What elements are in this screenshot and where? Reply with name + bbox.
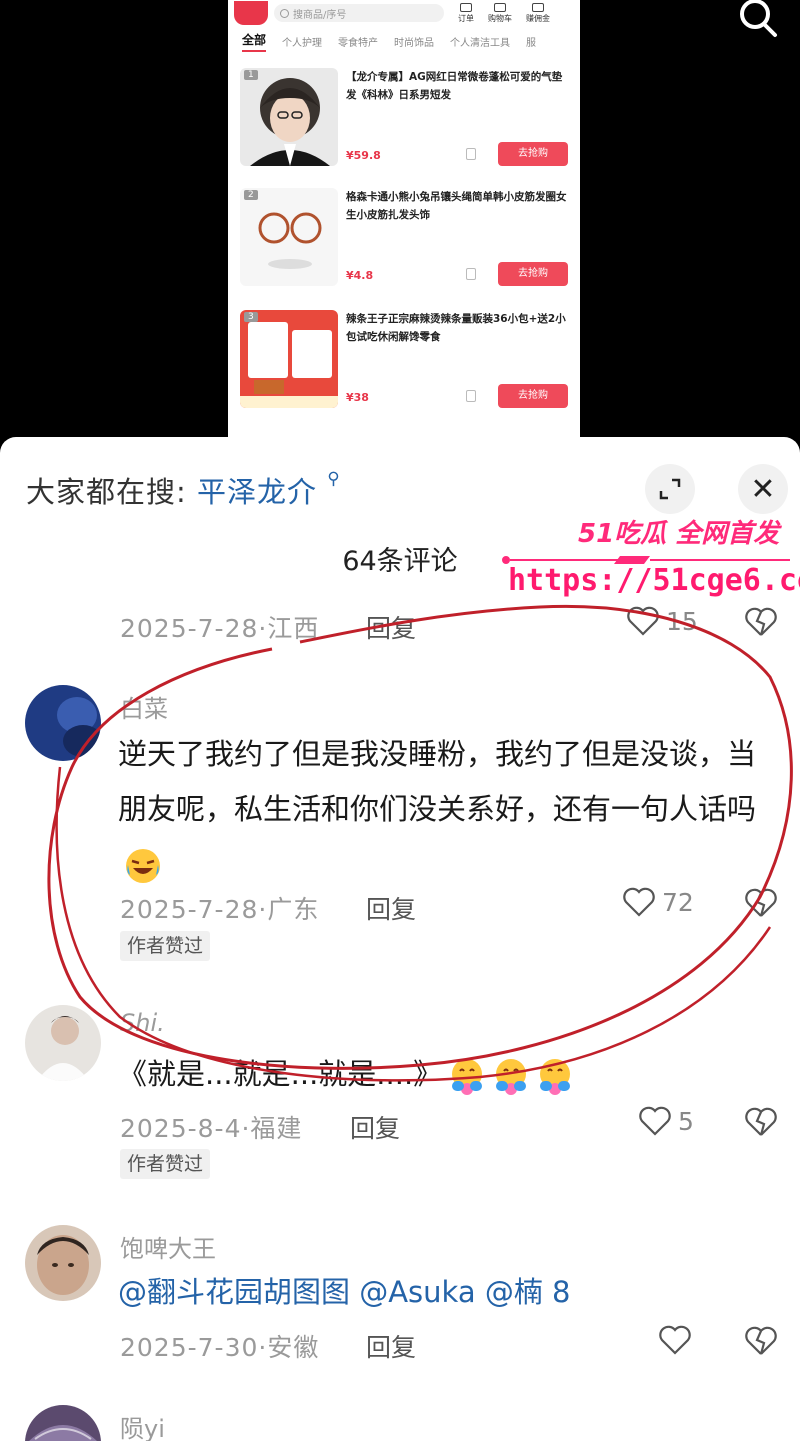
comment-author[interactable]: 陨yi bbox=[120, 1409, 165, 1441]
buy-button[interactable]: 去抢购 bbox=[498, 384, 568, 408]
product-price: ¥38 bbox=[346, 391, 369, 404]
search-suggestion-keyword[interactable]: 平泽龙介 bbox=[197, 475, 317, 509]
like-count: 5 bbox=[678, 1106, 694, 1136]
shop-search-input[interactable]: 搜商品/序号 bbox=[274, 4, 444, 22]
fav-icon[interactable]: 赚佣金 bbox=[526, 2, 550, 24]
expand-button[interactable] bbox=[645, 464, 695, 514]
watermark-brand: 51吃瓜 全网首发 bbox=[578, 519, 780, 549]
shop-tabs: 全部 个人护理 零食特产 时尚饰品 个人清洁工具 服 bbox=[228, 26, 580, 56]
search-suggestion[interactable]: 大家都在搜: 平泽龙介 ⚲ bbox=[26, 469, 341, 511]
hugging-face-emoji-icon bbox=[496, 1059, 527, 1095]
heart-icon bbox=[627, 606, 659, 636]
broken-heart-icon[interactable] bbox=[744, 887, 778, 919]
broken-heart-icon[interactable] bbox=[744, 1325, 778, 1357]
buy-button[interactable]: 去抢购 bbox=[498, 142, 568, 166]
expand-icon bbox=[659, 478, 681, 500]
comment-text: @翻斗花园胡图图 @Asuka @楠 8 bbox=[118, 1275, 571, 1309]
comment-text: 逆天了我约了但是我没睡粉，我约了但是没谈，当朋友呢，私生活和你们没关系好，还有一… bbox=[118, 727, 778, 892]
product-item[interactable]: 3 辣条王子正宗麻辣烫辣条量贩装36小包+送2小包试吃休闲解馋零食 ¥38 去抢… bbox=[240, 310, 568, 408]
shop-screenshot: 搜商品/序号 订单 购物车 赚佣金 全部 个人护理 零食特产 时尚饰品 个人清洁… bbox=[228, 0, 580, 440]
heart-icon bbox=[623, 887, 655, 917]
avatar[interactable] bbox=[25, 1405, 101, 1441]
avatar[interactable] bbox=[25, 685, 101, 761]
search-icon bbox=[280, 8, 289, 18]
watermark-url: https://51cge6.com bbox=[508, 563, 800, 598]
like-count: 15 bbox=[666, 606, 698, 636]
product-item[interactable]: 1 【龙介专属】AG网红日常微卷蓬松可爱的气垫发《科林》日系男短发 ¥59.8 … bbox=[240, 68, 568, 166]
heart-icon bbox=[659, 1325, 691, 1355]
broken-heart-icon[interactable] bbox=[744, 606, 778, 638]
like-count: 72 bbox=[662, 887, 694, 917]
product-price: ¥4.8 bbox=[346, 269, 374, 282]
comment-author[interactable]: 饱啤大王 bbox=[120, 1229, 216, 1264]
tab-all[interactable]: 全部 bbox=[242, 31, 267, 52]
tab-more[interactable]: 服 bbox=[526, 34, 536, 49]
reply-button[interactable]: 回复 bbox=[366, 890, 416, 926]
avatar[interactable] bbox=[25, 1005, 101, 1081]
avatar[interactable] bbox=[25, 1225, 101, 1301]
product-image: 3 bbox=[240, 310, 338, 408]
hugging-face-emoji-icon bbox=[452, 1059, 483, 1095]
product-price: ¥59.8 bbox=[346, 149, 381, 162]
reply-button[interactable]: 回复 bbox=[350, 1109, 400, 1145]
shop-logo bbox=[234, 1, 268, 25]
comment-meta: 2025-7-28·江西 bbox=[120, 614, 320, 643]
tab-accessories[interactable]: 时尚饰品 bbox=[394, 34, 434, 49]
comment-meta: 2025-7-30·安徽 bbox=[120, 1333, 320, 1362]
search-suggestion-prefix: 大家都在搜: bbox=[26, 475, 187, 509]
orders-icon[interactable]: 订单 bbox=[458, 2, 474, 24]
add-cart-icon[interactable] bbox=[466, 268, 476, 280]
comment-text: 《就是...就是...就是....》 bbox=[118, 1047, 778, 1102]
heart-icon bbox=[639, 1106, 671, 1136]
cart-icon[interactable]: 购物车 bbox=[488, 2, 512, 24]
comment-author[interactable]: 白菜 bbox=[120, 689, 168, 724]
author-liked-badge: 作者赞过 bbox=[120, 931, 211, 961]
shop-search-placeholder: 搜商品/序号 bbox=[293, 9, 347, 21]
like-button[interactable]: 5 bbox=[638, 1105, 694, 1137]
close-button[interactable]: ✕ bbox=[738, 464, 788, 514]
reply-button[interactable]: 回复 bbox=[366, 609, 416, 645]
tab-cleaning-tools[interactable]: 个人清洁工具 bbox=[450, 34, 510, 49]
search-icon: ⚲ bbox=[327, 469, 341, 489]
tab-personal-care[interactable]: 个人护理 bbox=[282, 34, 322, 49]
product-image: 2 bbox=[240, 188, 338, 286]
like-button[interactable]: 15 bbox=[626, 605, 698, 637]
like-button[interactable] bbox=[658, 1324, 698, 1356]
comment-sheet: 大家都在搜: 平泽龙介 ⚲ ✕ 64条评论 51吃瓜 全网首发 https://… bbox=[0, 437, 800, 1441]
hugging-face-emoji-icon bbox=[540, 1059, 571, 1095]
product-title: 辣条王子正宗麻辣烫辣条量贩装36小包+送2小包试吃休闲解馋零食 bbox=[346, 313, 566, 343]
like-button[interactable]: 72 bbox=[622, 886, 694, 918]
author-liked-badge: 作者赞过 bbox=[120, 1149, 211, 1179]
product-title: 格森卡通小熊小兔吊镶头绳简单韩小皮筋发圈女生小皮筋扎发头饰 bbox=[346, 191, 567, 221]
product-item[interactable]: 2 格森卡通小熊小兔吊镶头绳简单韩小皮筋发圈女生小皮筋扎发头饰 ¥4.8 去抢购 bbox=[240, 188, 568, 286]
comment-meta: 2025-7-28·广东 bbox=[120, 895, 320, 924]
close-icon: ✕ bbox=[750, 471, 776, 507]
buy-button[interactable]: 去抢购 bbox=[498, 262, 568, 286]
crying-laughing-emoji-icon bbox=[126, 849, 160, 883]
product-title: 【龙介专属】AG网红日常微卷蓬松可爱的气垫发《科林》日系男短发 bbox=[346, 71, 563, 101]
shop-header: 搜商品/序号 订单 购物车 赚佣金 bbox=[228, 0, 580, 26]
tab-snacks[interactable]: 零食特产 bbox=[338, 34, 378, 49]
add-cart-icon[interactable] bbox=[466, 148, 476, 160]
reply-button[interactable]: 回复 bbox=[366, 1328, 416, 1364]
comment-author[interactable]: Shi. bbox=[120, 1009, 165, 1037]
product-image: 1 bbox=[240, 68, 338, 166]
add-cart-icon[interactable] bbox=[466, 390, 476, 402]
search-icon[interactable] bbox=[735, 0, 785, 40]
broken-heart-icon[interactable] bbox=[744, 1106, 778, 1138]
comment-meta: 2025-8-4·福建 bbox=[120, 1114, 303, 1143]
